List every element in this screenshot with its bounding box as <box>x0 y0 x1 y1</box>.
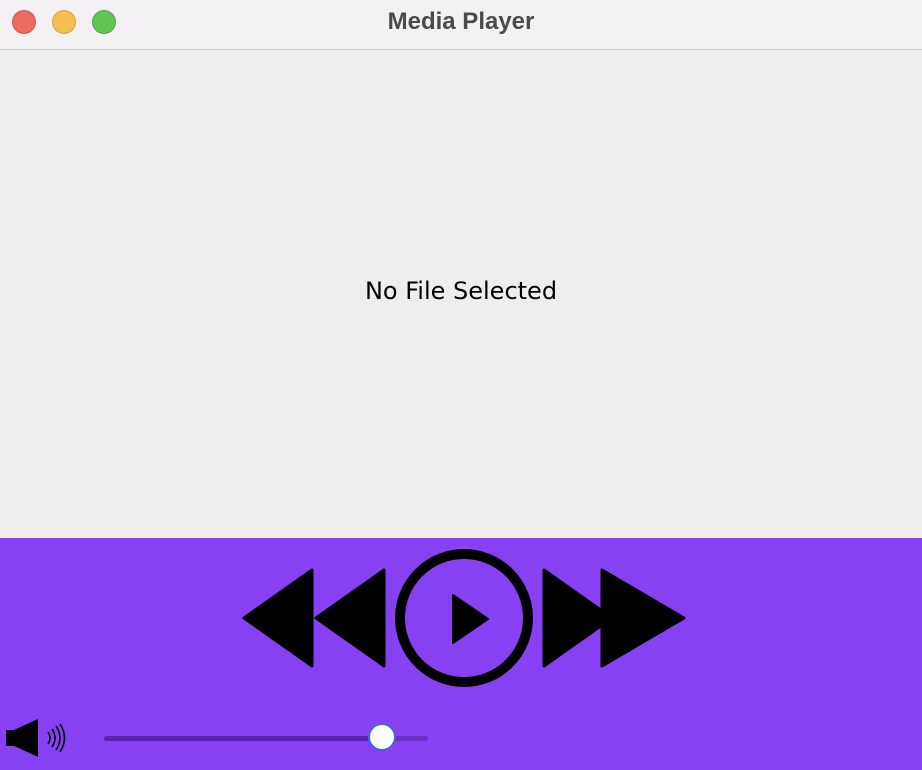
play-button[interactable] <box>394 548 534 688</box>
play-icon <box>395 549 533 687</box>
media-player-window: Media Player No File Selected <box>0 0 922 770</box>
rewind-icon <box>242 568 386 668</box>
fast-forward-button[interactable] <box>542 568 686 668</box>
volume-slider-thumb[interactable] <box>368 723 396 751</box>
volume-icon <box>4 718 68 758</box>
rewind-button[interactable] <box>242 568 386 668</box>
volume-slider-fill <box>104 736 383 741</box>
media-viewer: No File Selected <box>0 51 922 538</box>
window-title: Media Player <box>387 8 535 35</box>
no-file-message: No File Selected <box>364 277 558 305</box>
fast-forward-icon <box>542 568 686 668</box>
title-bar[interactable]: Media Player <box>0 0 922 50</box>
volume-slider[interactable] <box>104 723 428 751</box>
speaker-icon <box>6 719 66 757</box>
controls-bar <box>0 538 922 770</box>
